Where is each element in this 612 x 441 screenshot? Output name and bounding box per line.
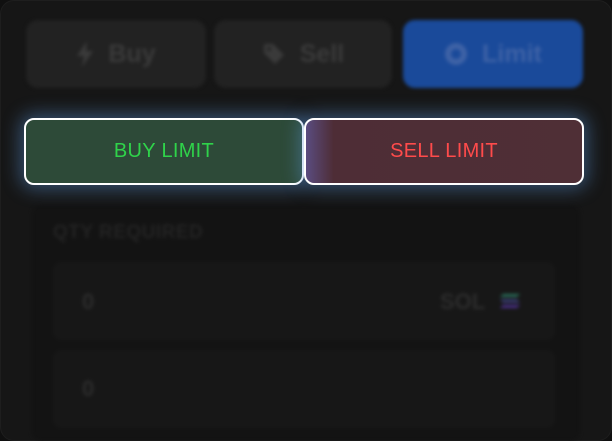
qty-required-label: QTY REQUIRED [53,222,204,243]
tab-buy-label: Buy [108,39,156,68]
price-input-value: 0 [82,376,95,401]
sell-limit-button[interactable]: SELL LIMIT [304,118,584,185]
tag-icon [262,42,286,66]
tab-sell-label: Sell [299,39,345,68]
tab-limit[interactable]: Limit [403,20,583,88]
tab-limit-label: Limit [482,39,542,68]
solana-icon [499,290,521,317]
lightning-icon [76,41,94,67]
buy-limit-button[interactable]: BUY LIMIT [24,118,304,185]
tab-buy[interactable]: Buy [26,20,206,88]
tab-sell[interactable]: Sell [214,20,392,88]
price-input[interactable] [53,350,555,428]
qty-input-value: 0 [82,289,95,314]
token-unit-label: SOL [440,289,486,314]
target-icon [444,42,468,66]
